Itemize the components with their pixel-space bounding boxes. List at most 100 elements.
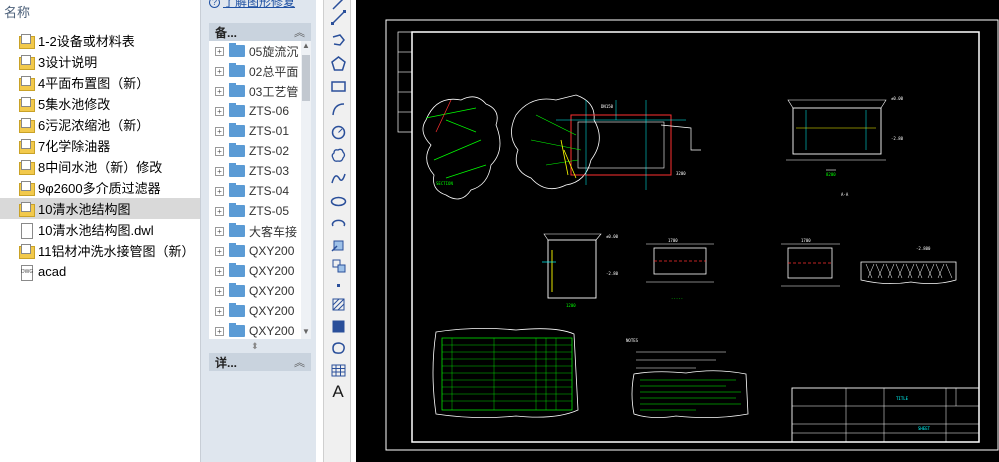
file-item-label: 8中间水池（新）修改 (38, 160, 163, 175)
file-item[interactable]: 8中间水池（新）修改 (0, 156, 200, 177)
tree-item[interactable]: + ZTS-02 (209, 141, 301, 161)
expand-icon[interactable]: + (215, 246, 224, 256)
expand-icon[interactable]: + (215, 106, 224, 116)
file-item[interactable]: 6污泥浓缩池（新） (0, 114, 200, 135)
expand-icon[interactable]: + (215, 86, 224, 96)
tree-item[interactable]: + ZTS-01 (209, 121, 301, 141)
help-link[interactable]: ? 了解图形修复 (209, 0, 295, 10)
collapse-icon[interactable]: ︽ (294, 24, 305, 40)
tree-item-label: 大客车接 (249, 224, 298, 239)
file-item-label: 10清水池结构图 (38, 202, 131, 217)
expand-icon[interactable]: + (215, 326, 224, 336)
expand-icon[interactable]: + (215, 186, 224, 196)
folder-icon (229, 283, 245, 297)
expand-icon[interactable]: + (215, 66, 224, 76)
arc-icon[interactable] (329, 77, 347, 95)
collapse-icon[interactable]: ︽ (294, 354, 305, 370)
scroll-up-icon[interactable]: ▲ (301, 41, 311, 53)
hatch-icon[interactable] (329, 276, 347, 294)
point-icon[interactable] (329, 256, 347, 274)
tree-item-label: QXY200 (249, 264, 295, 278)
svg-text:SECTION: SECTION (436, 181, 453, 186)
backup-header-label: 备... (215, 25, 238, 40)
name-column-header[interactable]: 名称 (4, 2, 30, 21)
scroll-down-icon[interactable]: ▼ (301, 327, 311, 339)
scrollbar-thumb[interactable] (302, 55, 310, 101)
insert-block-icon[interactable] (329, 215, 347, 233)
tree-item-label: QXY200 (249, 304, 295, 318)
tree-scrollbar[interactable]: ▲ ▼ (301, 41, 311, 339)
file-item[interactable]: acad (0, 261, 200, 282)
svg-text:-2.800: -2.800 (916, 246, 931, 251)
polygon-icon[interactable] (329, 31, 347, 49)
panel-splitter-icon[interactable]: ⬍ (251, 341, 259, 352)
file-item-label: 6污泥浓缩池（新） (38, 118, 150, 133)
expand-icon[interactable]: + (215, 126, 224, 136)
folder-icon (229, 163, 245, 177)
tree-item[interactable]: +05旋流沉 (209, 41, 301, 61)
file-item-label: 1-2设备或材料表 (38, 34, 135, 49)
file-item[interactable]: 10清水池结构图.dwl (0, 219, 200, 240)
file-item[interactable]: 1-2设备或材料表 (0, 30, 200, 51)
dwg-folder-icon (18, 138, 35, 154)
backup-files-header[interactable]: 备... ︽ (209, 23, 311, 41)
file-item-label: 4平面布置图（新） (38, 76, 150, 91)
drawing-canvas[interactable]: SECTION DN150 3200 ±0.00 -2.80 8200 A-A (356, 0, 999, 462)
tree-item[interactable]: + QXY200 (209, 281, 301, 301)
tree-item[interactable]: +03工艺管 (209, 81, 301, 101)
rectangle-icon[interactable] (329, 54, 347, 72)
ellipse-arc-icon[interactable] (329, 192, 347, 210)
ellipse-icon[interactable] (329, 169, 347, 187)
tree-item[interactable]: + ZTS-03 (209, 161, 301, 181)
expand-icon[interactable]: + (215, 166, 224, 176)
expand-icon[interactable]: + (215, 206, 224, 216)
folder-icon (229, 323, 245, 337)
file-item[interactable]: 11铝材冲洗水接管图（新） (0, 240, 200, 261)
tree-item[interactable]: + QXY200 (209, 261, 301, 281)
svg-text:SHEET: SHEET (918, 426, 931, 431)
revision-cloud-left (422, 96, 501, 200)
tree-item-label: QXY200 (249, 284, 295, 298)
multiline-text-icon[interactable]: A (329, 382, 347, 401)
file-item[interactable]: 4平面布置图（新） (0, 72, 200, 93)
tree-item[interactable]: + ZTS-05 (209, 201, 301, 221)
tree-item[interactable]: + ZTS-04 (209, 181, 301, 201)
tree-item[interactable]: + QXY200 (209, 321, 301, 339)
spline-icon[interactable] (329, 146, 347, 164)
table-icon[interactable] (329, 339, 347, 357)
details-header[interactable]: 详... ︽ (209, 353, 311, 371)
title-block (791, 387, 980, 443)
dwg-folder-icon (18, 159, 35, 175)
region-icon[interactable] (329, 317, 347, 335)
tree-item[interactable]: +02总平面 (209, 61, 301, 81)
polyline-icon[interactable] (329, 8, 347, 26)
expand-icon[interactable]: + (215, 306, 224, 316)
expand-icon[interactable]: + (215, 266, 224, 276)
expand-icon[interactable]: + (215, 226, 224, 236)
folder-icon (229, 183, 245, 197)
make-block-icon[interactable] (329, 236, 347, 254)
tree-item[interactable]: + QXY200 (209, 301, 301, 321)
circle-icon[interactable] (329, 100, 347, 118)
cad-drawing: SECTION DN150 3200 ±0.00 -2.80 8200 A-A (385, 19, 999, 451)
gradient-icon[interactable] (329, 295, 347, 313)
tree-item-label: QXY200 (249, 324, 295, 338)
expand-icon[interactable]: + (215, 146, 224, 156)
tree-item[interactable]: + QXY200 (209, 241, 301, 261)
multiline-text-table-icon[interactable] (329, 361, 347, 379)
file-item[interactable]: 9φ2600多介质过滤器 (0, 177, 200, 198)
file-item[interactable]: 7化学除油器 (0, 135, 200, 156)
folder-icon (229, 103, 245, 117)
file-item-selected[interactable]: 10清水池结构图 (0, 198, 200, 219)
expand-icon[interactable]: + (215, 286, 224, 296)
revision-cloud-icon[interactable] (329, 123, 347, 141)
file-list: 1-2设备或材料表 3设计说明 4平面布置图（新） 5集水池修改 6污泥浓缩池（… (0, 30, 200, 282)
file-item[interactable]: 5集水池修改 (0, 93, 200, 114)
file-item[interactable]: 3设计说明 (0, 51, 200, 72)
backup-tree: +05旋流沉 +02总平面 +03工艺管 + ZTS-06 + ZTS-01 + ZT… (209, 41, 301, 339)
expand-icon[interactable]: + (215, 46, 224, 56)
tree-item[interactable]: + ZTS-06 (209, 101, 301, 121)
folder-icon (229, 143, 245, 157)
tree-item[interactable]: + 大客车接 (209, 221, 301, 241)
draw-toolbar: A (323, 0, 351, 462)
